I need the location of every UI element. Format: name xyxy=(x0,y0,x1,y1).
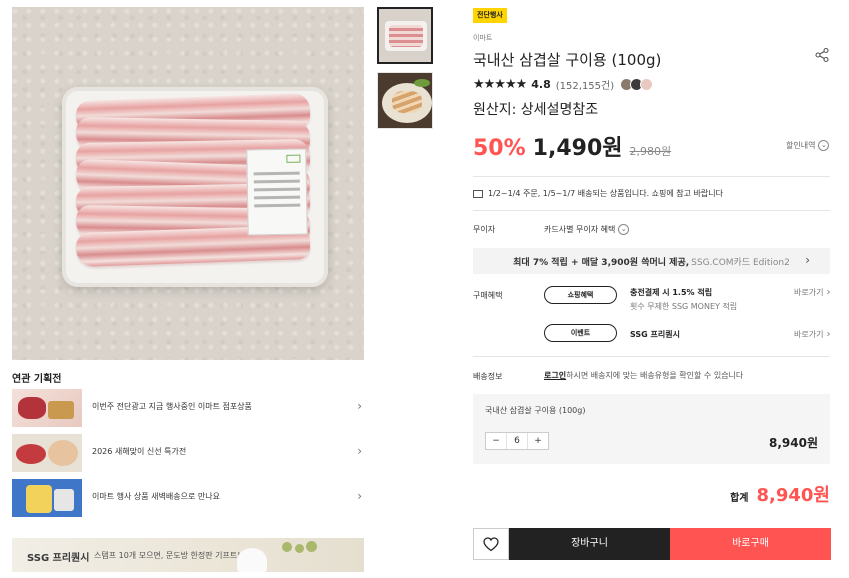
divider xyxy=(473,356,830,357)
quantity-value[interactable]: 6 xyxy=(506,433,528,449)
thumbnail-1[interactable] xyxy=(377,7,433,64)
delivery-notice: 1/2~1/4 주문, 1/5~1/7 배송되는 상품입니다. 쇼핑에 참고 바… xyxy=(473,188,723,199)
chevron-right-icon: › xyxy=(357,444,362,458)
meat-tray xyxy=(62,87,328,287)
interest-free-value: 카드사별 무이자 혜택 xyxy=(544,225,616,234)
wishlist-button[interactable] xyxy=(473,528,509,560)
benefit-go-link[interactable]: 바로가기 › xyxy=(794,287,830,298)
related-item-image xyxy=(12,479,82,517)
shipping-info: 로그인하시면 배송지에 맞는 배송유형을 확인할 수 있습니다 xyxy=(544,370,743,381)
star-rating-icon: ★★★★★ xyxy=(473,76,527,92)
related-item-image xyxy=(12,389,82,427)
review-count: (152,155건) xyxy=(555,80,615,92)
divider xyxy=(473,210,830,211)
discount-detail-button[interactable]: 할인내역 ⌄ xyxy=(786,140,830,151)
related-item-label: 이마트 행사 상품 새벽배송으로 만나요 xyxy=(92,492,220,501)
related-item[interactable]: 이번주 전단광고 지금 행사중인 이마트 점포상품 › xyxy=(12,389,364,429)
brand-name[interactable]: 이마트 xyxy=(473,33,492,43)
increase-button[interactable]: + xyxy=(528,433,548,449)
option-name: 국내산 삼겹살 구이용 (100g) xyxy=(485,406,586,415)
banner-cup-image xyxy=(237,548,267,572)
option-price: 8,940원 xyxy=(769,436,818,450)
total-value: 8,940원 xyxy=(756,485,831,506)
card-promo-bold: 최대 7% 적립 + 매달 3,900원 쓱머니 제공, xyxy=(513,257,690,268)
purchase-benefit-label: 구매혜택 xyxy=(473,291,503,300)
reviewer-avatars xyxy=(620,77,654,91)
quantity-stepper: − 6 + xyxy=(485,432,549,450)
original-price: 2,980원 xyxy=(629,145,672,158)
benefit-title: SSG 프리퀀시 xyxy=(630,330,680,339)
total-row: 합계 8,940원 xyxy=(730,481,830,507)
notice-icon xyxy=(473,189,483,198)
chevron-right-icon: › xyxy=(357,489,362,503)
total-label: 합계 xyxy=(730,493,749,504)
origin-info: 원산지: 상세설명참조 xyxy=(473,102,599,118)
chevron-down-icon: ⌄ xyxy=(818,140,830,151)
ssg-frequency-banner[interactable]: SSG 프리퀀시 스탬프 10개 모으면, 문도방 한정판 기프트! xyxy=(12,538,364,572)
related-section-title: 연관 기획전 xyxy=(12,374,62,385)
related-item-label: 이번주 전단광고 지금 행사중인 이마트 점포상품 xyxy=(92,402,252,411)
discount-detail-label: 할인내역 xyxy=(786,141,816,150)
add-to-cart-button[interactable]: 장바구니 xyxy=(509,528,670,560)
go-link-label: 바로가기 xyxy=(794,330,824,339)
shipping-info-text: 하시면 배송지에 맞는 배송유형을 확인할 수 있습니다 xyxy=(566,371,744,380)
chevron-right-icon: › xyxy=(826,329,831,340)
benefit-title: 충전결제 시 1.5% 적립 xyxy=(630,288,713,297)
chevron-down-icon: ⌄ xyxy=(618,224,630,235)
banner-brand: SSG 프리퀀시 xyxy=(27,553,90,564)
banner-subtitle: 스탬프 10개 모으면, 문도방 한정판 기프트! xyxy=(94,551,241,560)
related-item[interactable]: 2026 새해맞이 신선 특가전 › xyxy=(12,434,364,474)
discount-rate: 50% xyxy=(473,136,526,161)
product-title: 국내산 삼겹살 구이용 (100g) xyxy=(473,51,662,69)
interest-free-label: 무이자 xyxy=(473,225,496,234)
event-pill: 이벤트 xyxy=(544,324,617,342)
rating-row[interactable]: ★★★★★ 4.8 (152,155건) xyxy=(473,76,654,92)
chevron-right-icon: › xyxy=(826,287,831,298)
shipping-label: 배송정보 xyxy=(473,372,503,381)
package-label xyxy=(246,148,308,236)
card-promo-name: SSG.COM카드 Edition2 xyxy=(691,257,790,268)
share-icon[interactable] xyxy=(814,47,830,63)
rating-value: 4.8 xyxy=(531,77,551,91)
login-link[interactable]: 로그인 xyxy=(544,371,566,380)
event-go-link[interactable]: 바로가기 › xyxy=(794,329,830,340)
related-item-label: 2026 새해맞이 신선 특가전 xyxy=(92,447,187,456)
chevron-right-icon: › xyxy=(357,399,362,413)
decrease-button[interactable]: − xyxy=(486,433,506,449)
sale-price: 1,490원 xyxy=(532,136,623,161)
main-product-image[interactable] xyxy=(12,7,364,360)
buy-now-button[interactable]: 바로구매 xyxy=(670,528,831,560)
heart-icon xyxy=(483,536,499,551)
flyer-event-badge: 전단행사 xyxy=(473,8,507,23)
card-promo-banner[interactable]: 최대 7% 적립 + 매달 3,900원 쓱머니 제공, SSG.COM카드 E… xyxy=(473,248,830,274)
related-item-image xyxy=(12,434,82,472)
selected-option-box: 국내산 삼겹살 구이용 (100g) − 6 + 8,940원 xyxy=(473,394,830,464)
interest-free-button[interactable]: 카드사별 무이자 혜택 ⌄ xyxy=(544,224,630,235)
divider xyxy=(473,176,830,177)
related-item[interactable]: 이마트 행사 상품 새벽배송으로 만나요 › xyxy=(12,479,364,519)
price-row: 50% 1,490원 2,980원 xyxy=(473,130,671,162)
thumbnail-2[interactable] xyxy=(377,72,433,129)
chevron-right-icon: › xyxy=(805,253,810,267)
benefit-subtitle: 횟수 무제한 SSG MONEY 적립 xyxy=(630,302,738,311)
delivery-notice-text: 1/2~1/4 주문, 1/5~1/7 배송되는 상품입니다. 쇼핑에 참고 바… xyxy=(488,189,723,198)
go-link-label: 바로가기 xyxy=(794,288,824,297)
shopping-benefit-pill: 쇼핑혜택 xyxy=(544,286,617,304)
